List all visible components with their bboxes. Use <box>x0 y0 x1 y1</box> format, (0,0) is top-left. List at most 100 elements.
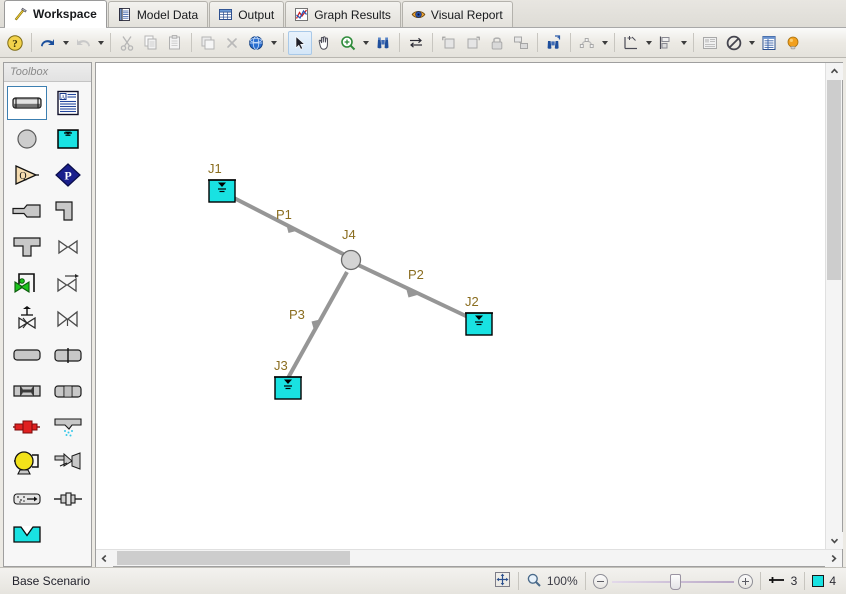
undo-dropdown-arrow[interactable] <box>60 31 71 55</box>
zoom-slider[interactable] <box>612 573 734 590</box>
toolbox-item-valve-junction[interactable] <box>48 230 88 264</box>
tab-workspace[interactable]: Workspace <box>4 0 107 27</box>
chevron-right-icon[interactable] <box>825 550 842 567</box>
bring-front-icon[interactable] <box>437 31 461 55</box>
disable-icon[interactable] <box>722 31 746 55</box>
tab-model-data[interactable]: Model Data <box>108 1 208 27</box>
workspace-vertical-scrollbar[interactable] <box>825 63 842 549</box>
swap-arrows-icon[interactable] <box>404 31 428 55</box>
distribute-icon[interactable] <box>619 31 643 55</box>
polyline-dropdown-arrow[interactable] <box>599 31 610 55</box>
junction-J1[interactable]: J1 <box>208 161 236 202</box>
pan-hand-icon[interactable] <box>312 31 336 55</box>
zoom-in-icon[interactable] <box>738 574 753 589</box>
tab-label: Workspace <box>33 7 97 21</box>
vertical-scrollbar-track[interactable] <box>826 80 842 532</box>
toolbox-item-relief-valve-junction[interactable] <box>48 302 88 336</box>
chevron-down-icon[interactable] <box>826 532 843 549</box>
toolbox-item-annotation-tool[interactable]: A <box>48 86 88 120</box>
toolbox-item-branch-junction[interactable] <box>7 122 47 156</box>
polyline-icon[interactable] <box>575 31 599 55</box>
redo-dropdown-arrow[interactable] <box>95 31 106 55</box>
toolbox-item-spray-discharge-junction[interactable] <box>48 410 88 444</box>
toolbox-item-reservoir-junction[interactable] <box>48 122 88 156</box>
chevron-left-icon[interactable] <box>96 550 113 567</box>
pipe-P2[interactable]: P2 <box>354 263 468 317</box>
global-edit-dropdown-arrow[interactable] <box>268 31 279 55</box>
vertical-scrollbar-thumb[interactable] <box>827 80 841 280</box>
copy-icon[interactable] <box>139 31 163 55</box>
annotation-icon[interactable] <box>698 31 722 55</box>
paste-icon[interactable] <box>163 31 187 55</box>
toolbox-item-orifice2-junction[interactable] <box>7 482 47 516</box>
toolbox-item-control-valve-junction[interactable] <box>7 266 47 300</box>
toolbox-item-assigned-flow-junction[interactable]: Q <box>7 158 47 192</box>
zoom-indicator[interactable]: 100% <box>526 572 578 591</box>
toolbox-item-bend-junction[interactable] <box>48 194 88 228</box>
lock-icon[interactable] <box>485 31 509 55</box>
status-separator <box>804 572 805 590</box>
toolbox-item-static-element-junction[interactable] <box>7 446 47 480</box>
duplicate-icon[interactable] <box>196 31 220 55</box>
chevron-up-icon[interactable] <box>826 63 843 80</box>
globe-icon[interactable] <box>244 31 268 55</box>
toolbox-item-volume-balance-junction[interactable] <box>48 482 88 516</box>
tab-visual-report[interactable]: Visual Report <box>402 1 513 27</box>
tab-output[interactable]: Output <box>209 1 284 27</box>
toolbox-item-check-valve-junction[interactable] <box>48 266 88 300</box>
align-dropdown-arrow[interactable] <box>678 31 689 55</box>
find-object-icon[interactable] <box>542 31 566 55</box>
magnifier-icon[interactable] <box>336 31 360 55</box>
main-tab-bar: Workspace Model Data <box>0 0 846 28</box>
hammer-icon <box>13 7 28 22</box>
distribute-dropdown-arrow[interactable] <box>643 31 654 55</box>
junction-J4[interactable]: J4 <box>342 227 361 270</box>
eye-icon <box>411 7 426 22</box>
toolbox-item-orifice-junction[interactable] <box>7 302 47 336</box>
pipe-label-P3: P3 <box>289 307 305 322</box>
zoom-slider-thumb[interactable] <box>670 574 681 590</box>
svg-text:A: A <box>61 95 66 101</box>
junction-J2[interactable]: J2 <box>465 294 493 335</box>
workspace-canvas[interactable]: P1 P2 P3 <box>96 63 825 549</box>
zoom-out-icon[interactable] <box>593 574 608 589</box>
toolbox-item-open-channel-junction[interactable] <box>7 518 47 552</box>
status-bar: Base Scenario <box>0 567 846 594</box>
group-icon[interactable] <box>509 31 533 55</box>
fit-to-window-button[interactable] <box>494 571 511 591</box>
zoom-dropdown-arrow[interactable] <box>360 31 371 55</box>
toolbox-item-jet-pump-junction[interactable] <box>48 446 88 480</box>
align-icon[interactable] <box>654 31 678 55</box>
toolbox-item-area-change-junction[interactable] <box>7 194 47 228</box>
pipe-label-P1: P1 <box>276 207 292 222</box>
tab-label: Model Data <box>137 8 198 22</box>
toolbox-item-screen-junction[interactable] <box>7 374 47 408</box>
toolbox-item-tee-wye-junction[interactable] <box>7 230 47 264</box>
send-back-icon[interactable] <box>461 31 485 55</box>
binoculars-icon[interactable] <box>371 31 395 55</box>
undo-icon[interactable] <box>36 31 60 55</box>
tab-label: Visual Report <box>431 8 503 22</box>
redo-icon[interactable] <box>71 31 95 55</box>
toolbox-item-assigned-pressure-junction[interactable]: P <box>48 158 88 192</box>
tab-graph-results[interactable]: Graph Results <box>285 1 401 27</box>
toolbox-item-heat-exchanger-junction[interactable] <box>48 338 88 372</box>
lightbulb-icon[interactable] <box>781 31 805 55</box>
pipe-P1[interactable]: P1 <box>234 198 349 257</box>
toolbox-item-general-component-junction[interactable] <box>7 338 47 372</box>
toolbox-item-venturi-junction[interactable] <box>48 374 88 408</box>
list-icon[interactable] <box>757 31 781 55</box>
horizontal-scrollbar-thumb[interactable] <box>117 551 350 565</box>
help-icon[interactable]: ? <box>3 31 27 55</box>
cut-icon[interactable] <box>115 31 139 55</box>
pointer-icon[interactable] <box>288 31 312 55</box>
delete-icon[interactable] <box>220 31 244 55</box>
toolbox-item-pipe-tool[interactable] <box>7 86 47 120</box>
horizontal-scrollbar-track[interactable] <box>113 550 825 566</box>
toolbox-item-pump-junction[interactable] <box>7 410 47 444</box>
workspace-horizontal-scrollbar[interactable] <box>96 549 842 566</box>
application-window: Workspace Model Data <box>0 0 846 594</box>
special-conditions-dropdown-arrow[interactable] <box>746 31 757 55</box>
pipe-P3[interactable]: P3 <box>288 272 347 378</box>
svg-text:P: P <box>65 169 72 183</box>
